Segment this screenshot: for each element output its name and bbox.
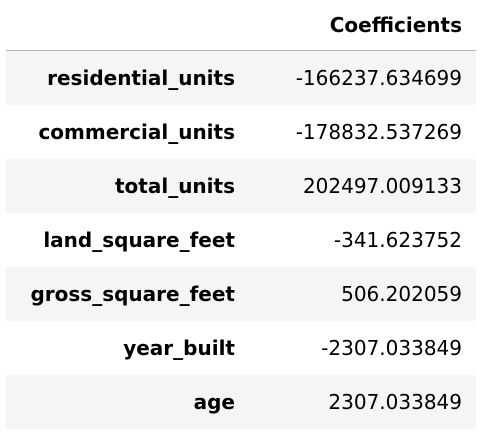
row-value: -341.623752 bbox=[333, 227, 462, 252]
table-row: commercial_units -178832.537269 bbox=[6, 105, 476, 159]
coefficients-table: Coefficients residential_units -166237.6… bbox=[6, 0, 476, 429]
coefficients-header: Coefficients bbox=[249, 0, 476, 51]
table-row: year_built -2307.033849 bbox=[6, 321, 476, 375]
row-label: year_built bbox=[123, 335, 235, 360]
row-label: commercial_units bbox=[38, 119, 235, 144]
row-value: -178832.537269 bbox=[295, 119, 462, 144]
index-header bbox=[6, 0, 249, 51]
header-row: Coefficients bbox=[6, 0, 476, 51]
row-label: gross_square_feet bbox=[30, 281, 235, 306]
row-value: 506.202059 bbox=[341, 281, 462, 306]
table-row: age 2307.033849 bbox=[6, 374, 476, 429]
row-value: 2307.033849 bbox=[328, 389, 462, 414]
table-body: residential_units -166237.634699 commerc… bbox=[6, 50, 476, 429]
row-label: residential_units bbox=[47, 65, 235, 90]
table-row: total_units 202497.009133 bbox=[6, 158, 476, 213]
table-row: residential_units -166237.634699 bbox=[6, 50, 476, 105]
row-value: 202497.009133 bbox=[302, 173, 462, 198]
table-row: land_square_feet -341.623752 bbox=[6, 213, 476, 267]
row-value: -2307.033849 bbox=[321, 335, 462, 360]
row-label: total_units bbox=[114, 173, 235, 198]
row-value: -166237.634699 bbox=[295, 65, 462, 90]
table-header: Coefficients bbox=[6, 0, 476, 51]
table-row: gross_square_feet 506.202059 bbox=[6, 266, 476, 321]
row-label: age bbox=[193, 389, 235, 414]
row-label: land_square_feet bbox=[43, 227, 235, 252]
